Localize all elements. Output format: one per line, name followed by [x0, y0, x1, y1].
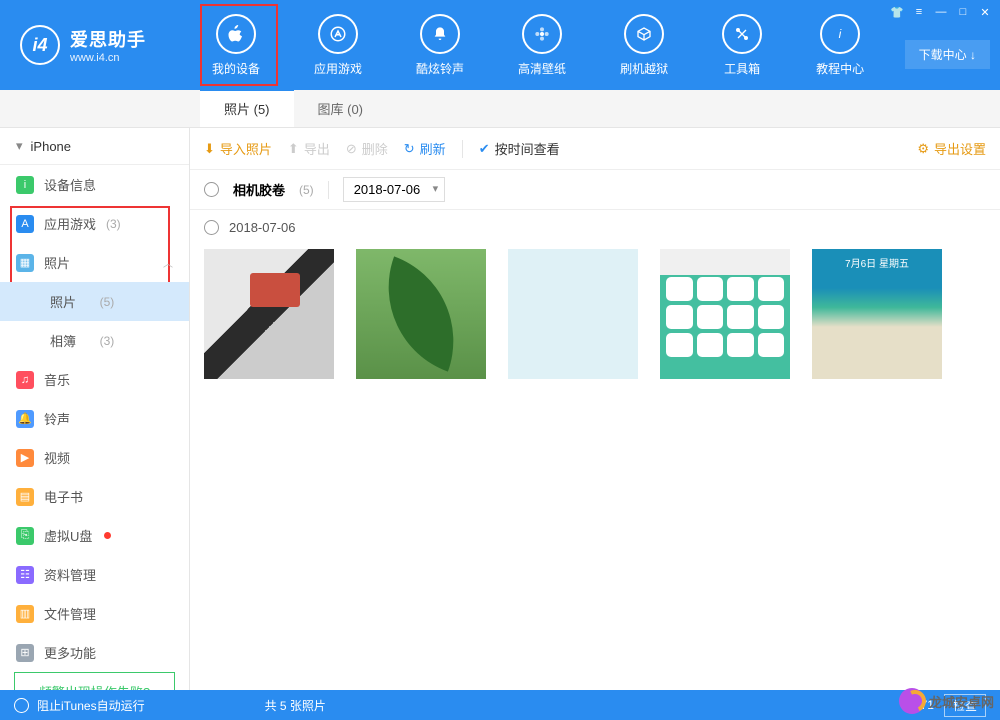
app-header: i4 爱思助手 www.i4.cn 我的设备 应用游戏 酷炫铃声 高清壁纸 刷机…: [0, 0, 1000, 90]
tab-photos[interactable]: 照片 (5): [200, 89, 294, 127]
view-by-time-button[interactable]: ✔按时间查看: [479, 139, 560, 158]
sidebar-item-photos[interactable]: ▦ 照片 ︿: [0, 243, 189, 282]
bell-icon: 🔔: [16, 410, 34, 428]
nav-tutorial[interactable]: i 教程中心: [804, 6, 876, 85]
photo-thumbnail[interactable]: [356, 249, 486, 379]
filter-row: 相机胶卷 (5) 2018-07-06: [190, 170, 1000, 210]
gear-icon: ⚙: [917, 141, 929, 157]
sidebar-item-video[interactable]: ▶ 视频: [0, 438, 189, 477]
delete-icon: ⊘: [346, 141, 357, 157]
photo-count-label: 共 5 张照片: [265, 697, 326, 714]
shirt-icon[interactable]: 👕: [888, 4, 906, 20]
flower-icon: [522, 14, 562, 54]
watermark: 龙城安卓网: [899, 688, 994, 714]
photo-icon: ▦: [16, 254, 34, 272]
sidebar-item-data[interactable]: ☷ 资料管理: [0, 555, 189, 594]
brand-title: 爱思助手: [70, 26, 146, 52]
notification-dot: [104, 532, 111, 539]
tab-gallery[interactable]: 图库 (0): [294, 90, 388, 128]
device-selector[interactable]: ▾ iPhone: [0, 128, 189, 165]
svg-text:i: i: [839, 27, 842, 41]
nav-toolbox[interactable]: 工具箱: [710, 6, 774, 85]
help-link[interactable]: 频繁出现操作失败?: [14, 672, 175, 690]
sidebar-item-ebook[interactable]: ▤ 电子书: [0, 477, 189, 516]
camera-roll-label: 相机胶卷: [233, 180, 285, 199]
import-icon: ⬇: [204, 141, 215, 157]
music-icon: ♫: [16, 371, 34, 389]
delete-button[interactable]: ⊘删除: [346, 139, 388, 158]
sidebar-item-device-info[interactable]: i 设备信息: [0, 165, 189, 204]
content-tabs: 照片 (5) 图库 (0): [0, 90, 1000, 128]
video-icon: ▶: [16, 449, 34, 467]
close-button[interactable]: ✕: [976, 4, 994, 20]
nav-apps[interactable]: 应用游戏: [302, 6, 374, 85]
sidebar-item-file[interactable]: ▥ 文件管理: [0, 594, 189, 633]
menu-icon[interactable]: ≡: [910, 4, 928, 20]
itunes-block-toggle[interactable]: 阻止iTunes自动运行: [14, 697, 145, 714]
data-icon: ☷: [16, 566, 34, 584]
export-button[interactable]: ⬆导出: [288, 139, 330, 158]
date-dropdown[interactable]: 2018-07-06: [343, 177, 446, 202]
box-icon: [624, 14, 664, 54]
download-center-button[interactable]: 下载中心 ↓: [905, 40, 990, 69]
import-button[interactable]: ⬇导入照片: [204, 139, 272, 158]
logo: i4 爱思助手 www.i4.cn: [0, 25, 190, 65]
brand-subtitle: www.i4.cn: [70, 52, 146, 64]
sidebar-item-apps[interactable]: A 应用游戏 (3): [0, 204, 189, 243]
radio-camera-roll[interactable]: [204, 182, 219, 197]
photo-thumbnail[interactable]: [508, 249, 638, 379]
date-group-header[interactable]: 2018-07-06: [190, 210, 1000, 245]
toolbar: ⬇导入照片 ⬆导出 ⊘删除 ↻刷新 ✔按时间查看 ⚙导出设置: [190, 128, 1000, 170]
sidebar-item-music[interactable]: ♫ 音乐: [0, 360, 189, 399]
photo-thumbnail[interactable]: [660, 249, 790, 379]
watermark-icon: [899, 688, 925, 714]
folder-icon: ▥: [16, 605, 34, 623]
book-icon: ▤: [16, 488, 34, 506]
bell-icon: [420, 14, 460, 54]
maximize-button[interactable]: □: [954, 4, 972, 20]
status-bar: 阻止iTunes自动运行 共 5 张照片 V7.71 检查: [0, 690, 1000, 720]
refresh-icon: ↻: [404, 141, 415, 157]
info-icon: i: [16, 176, 34, 194]
appstore-icon: A: [16, 215, 34, 233]
chevron-up-icon: ︿: [163, 255, 173, 270]
export-icon: ⬆: [288, 141, 299, 157]
sidebar-item-more[interactable]: ⊞ 更多功能: [0, 633, 189, 672]
divider: [328, 181, 329, 199]
tools-icon: [722, 14, 762, 54]
nav-my-device[interactable]: 我的设备: [200, 6, 272, 85]
minimize-button[interactable]: —: [932, 4, 950, 20]
check-icon: ✔: [479, 141, 490, 157]
grid-icon: ⊞: [16, 644, 34, 662]
photo-thumbnail[interactable]: [812, 249, 942, 379]
main-content: ⬇导入照片 ⬆导出 ⊘删除 ↻刷新 ✔按时间查看 ⚙导出设置 相机胶卷 (5) …: [190, 128, 1000, 690]
sidebar-item-udisk[interactable]: ⎘ 虚拟U盘: [0, 516, 189, 555]
sidebar-subitem-photos[interactable]: 照片 (5): [0, 282, 189, 321]
sidebar: ▾ iPhone i 设备信息 A 应用游戏 (3) ▦ 照片 ︿ 照片 (5)…: [0, 128, 190, 690]
logo-icon: i4: [20, 25, 60, 65]
export-settings-button[interactable]: ⚙导出设置: [917, 139, 986, 158]
nav-jailbreak[interactable]: 刷机越狱: [608, 6, 680, 85]
sidebar-item-ringtone[interactable]: 🔔 铃声: [0, 399, 189, 438]
divider: [462, 140, 463, 158]
appstore-icon: [318, 14, 358, 54]
refresh-button[interactable]: ↻刷新: [404, 139, 446, 158]
usb-icon: ⎘: [16, 527, 34, 545]
thumbnail-grid: [190, 245, 1000, 383]
apple-icon: [216, 14, 256, 54]
photo-thumbnail[interactable]: [204, 249, 334, 379]
chevron-down-icon: ▾: [16, 138, 23, 154]
nav-ringtones[interactable]: 酷炫铃声: [404, 6, 476, 85]
nav-wallpapers[interactable]: 高清壁纸: [506, 6, 578, 85]
radio-date-group[interactable]: [204, 220, 219, 235]
info-icon: i: [820, 14, 860, 54]
sidebar-subitem-albums[interactable]: 相簿 (3): [0, 321, 189, 360]
radio-icon: [14, 698, 29, 713]
